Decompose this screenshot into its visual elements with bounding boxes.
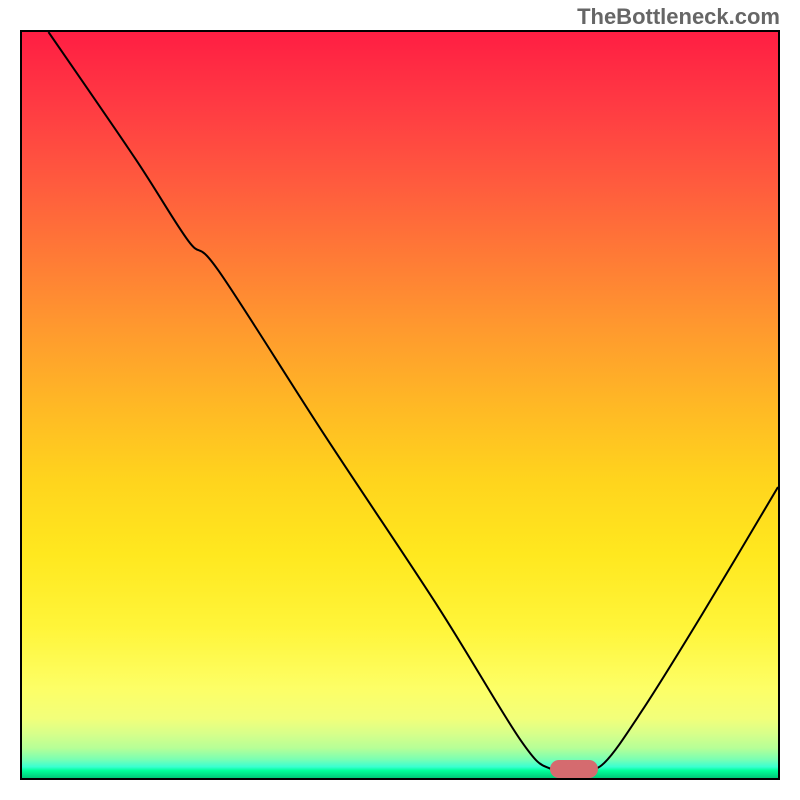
bottleneck-curve	[48, 32, 778, 771]
curve-svg	[22, 32, 778, 778]
bottleneck-chart	[20, 30, 780, 780]
optimal-marker	[550, 760, 598, 778]
attribution-label: TheBottleneck.com	[577, 4, 780, 30]
